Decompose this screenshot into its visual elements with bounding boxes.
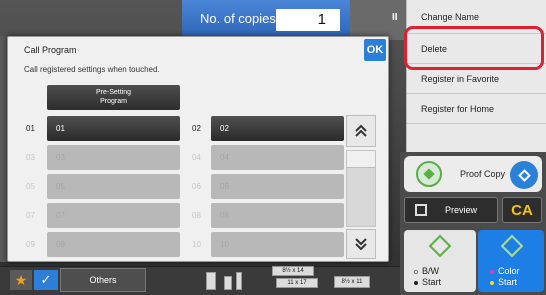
tray-label: 8½ x 14	[272, 266, 314, 276]
check-icon[interactable]: ✓	[34, 270, 58, 290]
strip-label: II	[392, 12, 398, 23]
copier-screen: No. of copies 1 II Change Name Delete Re…	[0, 0, 546, 295]
proof-copy-icon	[416, 161, 442, 187]
color-start-button[interactable]: Color Start	[478, 230, 544, 292]
presetting-line1: Pre-Setting	[95, 89, 132, 96]
dialog-title: Call Program	[24, 45, 77, 55]
program-button-07: 07	[47, 203, 180, 228]
action-menu: Change Name Delete Register in Favorite …	[406, 0, 546, 152]
row-number: 02	[192, 124, 201, 133]
row-number: 07	[26, 211, 35, 220]
program-button-08: 08	[211, 203, 344, 228]
scroll-up-button[interactable]	[346, 115, 376, 147]
bw-start-icon	[428, 234, 452, 258]
row-number: 06	[192, 182, 201, 191]
tray-icon	[236, 272, 242, 290]
program-button-04: 04	[211, 145, 344, 170]
row-number: 08	[192, 211, 201, 220]
double-chevron-up-icon	[355, 124, 367, 137]
others-button[interactable]: Others	[60, 268, 146, 292]
bw-line1: B/W	[422, 266, 439, 276]
paper-trays: 8½ x 14 11 x 17 8½ x 11	[206, 262, 398, 292]
program-button-03: 03	[47, 145, 180, 170]
tray-icon	[224, 276, 232, 290]
program-button-09: 09	[47, 232, 180, 257]
proof-copy-button[interactable]: Proof Copy	[404, 156, 542, 192]
dialog-subtitle: Call registered settings when touched.	[24, 65, 160, 74]
copies-value[interactable]: 1	[276, 9, 340, 31]
star-icon[interactable]: ★	[10, 270, 32, 290]
scroll-down-button[interactable]	[346, 229, 376, 259]
proof-copy-label: Proof Copy	[460, 169, 506, 179]
tray-label: 11 x 17	[276, 278, 318, 288]
delete-highlight-box	[404, 26, 544, 70]
scrollbar-thumb[interactable]	[347, 151, 375, 168]
preview-button[interactable]: Preview	[404, 197, 498, 223]
row-number: 03	[26, 153, 35, 162]
row-number: 10	[192, 240, 201, 249]
program-button-06: 06	[211, 174, 344, 199]
color-line2: Start	[498, 277, 518, 287]
menu-item-register-home[interactable]: Register for Home	[407, 94, 546, 124]
row-number: 05	[26, 182, 35, 191]
program-button-05: 05	[47, 174, 180, 199]
row-number: 01	[26, 124, 35, 133]
program-button-01[interactable]: 01	[47, 116, 180, 141]
preview-icon	[415, 204, 427, 216]
program-button-02[interactable]: 02	[211, 116, 344, 141]
ok-button[interactable]: OK	[364, 39, 386, 61]
tray-icon	[206, 272, 216, 290]
bw-start-label: B/W Start	[414, 266, 441, 288]
program-button-10: 10	[211, 232, 344, 257]
double-chevron-down-icon	[355, 238, 367, 251]
copies-label: No. of copies	[200, 10, 276, 26]
tray-label: 8½ x 11	[334, 276, 370, 288]
presetting-line2: Program	[100, 98, 127, 105]
row-number: 04	[192, 153, 201, 162]
proof-color-icon	[510, 161, 538, 189]
presetting-program-button[interactable]: Pre-Setting Program	[47, 85, 180, 110]
bw-start-button[interactable]: B/W Start	[404, 230, 476, 292]
bw-line2: Start	[422, 277, 442, 287]
left-edge	[0, 36, 7, 262]
clear-all-button[interactable]: CA	[502, 197, 542, 223]
color-start-icon	[500, 234, 524, 258]
color-start-label: Color Start	[490, 266, 520, 288]
row-number: 09	[26, 240, 35, 249]
color-line1: Color	[498, 266, 520, 276]
preview-label: Preview	[445, 205, 478, 215]
